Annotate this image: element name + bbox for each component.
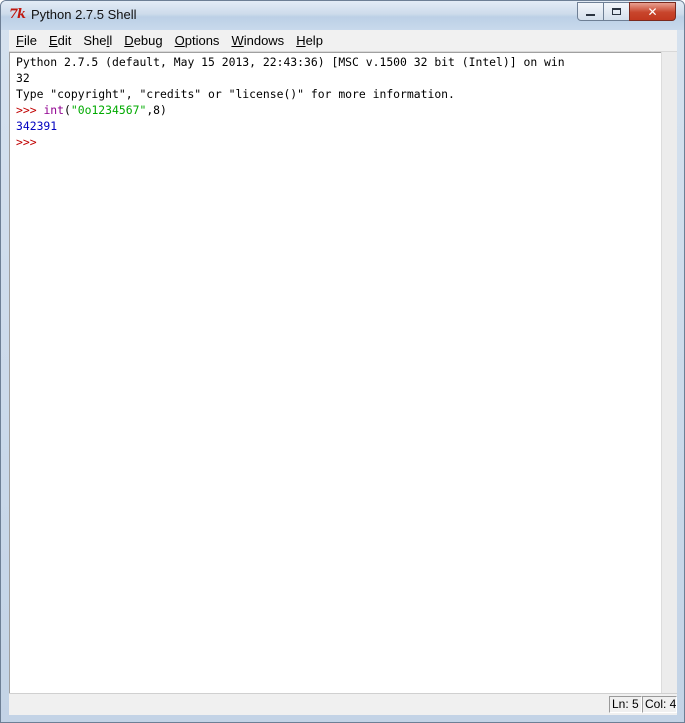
string-literal: "0o1234567" xyxy=(70,103,147,117)
command-output: 342391 xyxy=(16,119,58,133)
menu-help[interactable]: Help xyxy=(289,31,328,51)
close-button[interactable]: ✕ xyxy=(629,2,676,21)
status-line-number: Ln: 5 xyxy=(609,696,642,713)
open-paren: ( xyxy=(64,103,71,117)
title-bar[interactable]: 7k Python 2.7.5 Shell ✕ xyxy=(1,1,684,30)
status-bar: Ln: 5 Col: 4 xyxy=(9,693,677,715)
menu-debug[interactable]: Debug xyxy=(117,31,167,51)
menu-bar: File Edit Shell Debug Options Windows He… xyxy=(9,30,677,52)
maximize-icon xyxy=(612,8,621,15)
shell-prompt: >>> xyxy=(16,135,44,149)
command-line: >>> int("0o1234567",8) xyxy=(16,102,167,118)
minimize-icon xyxy=(586,13,595,16)
menu-options[interactable]: Options xyxy=(168,31,225,51)
menu-edit[interactable]: Edit xyxy=(42,31,76,51)
banner-line-1: Python 2.7.5 (default, May 15 2013, 22:4… xyxy=(16,55,565,69)
banner-line-2: 32 xyxy=(16,71,30,85)
command-rest: ,8) xyxy=(146,103,167,117)
menu-windows[interactable]: Windows xyxy=(224,31,289,51)
builtin-name: int xyxy=(43,103,65,117)
minimize-button[interactable] xyxy=(577,2,604,21)
banner-line-3: Type "copyright", "credits" or "license(… xyxy=(16,87,455,101)
menu-shell[interactable]: Shell xyxy=(76,31,117,51)
tk-feather-icon: 7k xyxy=(9,7,26,22)
vertical-scrollbar[interactable] xyxy=(661,52,677,693)
status-column-number: Col: 4 xyxy=(642,696,677,713)
shell-prompt: >>> xyxy=(16,103,44,117)
close-icon: ✕ xyxy=(647,4,658,19)
maximize-button[interactable] xyxy=(603,2,630,21)
prompt-line: >>> xyxy=(16,134,43,150)
window-title: Python 2.7.5 Shell xyxy=(31,7,137,22)
idle-shell-window: 7k Python 2.7.5 Shell ✕ File Edit Shell … xyxy=(0,0,685,723)
menu-file[interactable]: File xyxy=(9,31,42,51)
shell-text-area[interactable]: Python 2.7.5 (default, May 15 2013, 22:4… xyxy=(9,52,661,693)
